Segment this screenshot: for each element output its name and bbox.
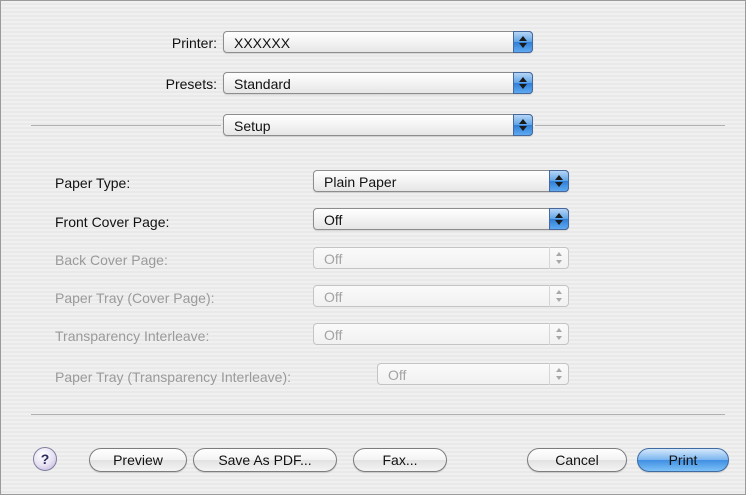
updown-arrows-icon [513, 114, 533, 136]
back-cover-value: Off [324, 251, 343, 267]
paper-tray-transparency-value: Off [388, 367, 407, 383]
presets-popup[interactable]: Standard [223, 72, 533, 94]
paper-type-label: Paper Type: [55, 175, 131, 191]
print-dialog: Printer: XXXXXX Presets: Standard Setup … [0, 0, 746, 495]
front-cover-label: Front Cover Page: [55, 214, 170, 230]
preview-button[interactable]: Preview [89, 448, 187, 472]
panel-value: Setup [234, 118, 271, 134]
back-cover-label: Back Cover Page: [55, 252, 168, 268]
paper-tray-cover-value: Off [324, 289, 343, 305]
updown-arrows-icon [549, 247, 569, 269]
bottom-separator [31, 414, 725, 415]
updown-arrows-icon [549, 208, 569, 230]
back-cover-popup: Off [313, 247, 569, 269]
transparency-interleave-label: Transparency Interleave: [55, 328, 210, 344]
help-icon[interactable]: ? [33, 447, 57, 471]
updown-arrows-icon [549, 363, 569, 385]
printer-label: Printer: [171, 35, 217, 51]
panel-popup[interactable]: Setup [223, 114, 533, 136]
separator-left [31, 125, 221, 126]
transparency-interleave-value: Off [324, 327, 343, 343]
paper-tray-cover-label: Paper Tray (Cover Page): [55, 290, 215, 306]
updown-arrows-icon [549, 285, 569, 307]
updown-arrows-icon [549, 170, 569, 192]
updown-arrows-icon [549, 323, 569, 345]
updown-arrows-icon [513, 72, 533, 94]
cancel-button[interactable]: Cancel [527, 448, 627, 472]
separator-right [535, 125, 725, 126]
fax-button[interactable]: Fax... [353, 448, 447, 472]
updown-arrows-icon [513, 31, 533, 53]
printer-popup[interactable]: XXXXXX [223, 31, 533, 53]
presets-value: Standard [234, 76, 291, 92]
transparency-interleave-popup: Off [313, 323, 569, 345]
paper-tray-transparency-label: Paper Tray (Transparency Interleave): [55, 369, 292, 385]
paper-type-value: Plain Paper [324, 174, 397, 190]
presets-label: Presets: [165, 76, 217, 92]
printer-value: XXXXXX [234, 35, 291, 51]
paper-tray-cover-popup: Off [313, 285, 569, 307]
front-cover-popup[interactable]: Off [313, 208, 569, 230]
save-as-pdf-button[interactable]: Save As PDF... [193, 448, 337, 472]
front-cover-value: Off [324, 212, 343, 228]
print-button[interactable]: Print [637, 448, 729, 472]
paper-type-popup[interactable]: Plain Paper [313, 170, 569, 192]
paper-tray-transparency-popup: Off [377, 363, 569, 385]
